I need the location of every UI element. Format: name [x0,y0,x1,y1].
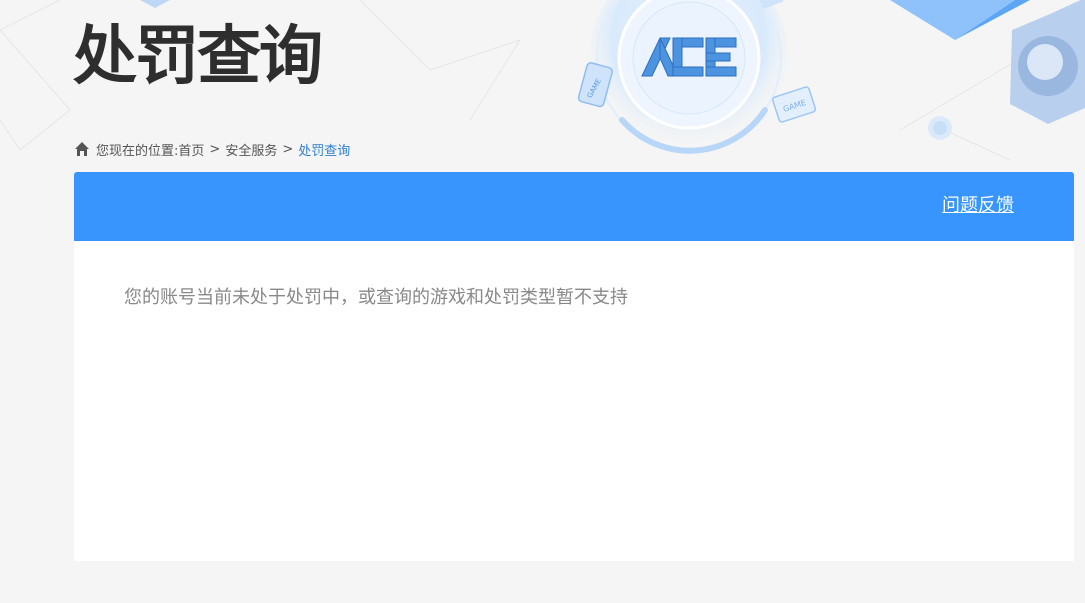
page-title: 处罚查询 [73,20,323,94]
breadcrumb-security-service-link[interactable]: 安全服务 [225,140,277,159]
ace-logo-icon: GAME GAME [577,0,817,158]
penalty-status-message: 您的账号当前未处于处罚中，或查询的游戏和处罚类型暂不支持 [124,287,628,308]
page: 处罚查询 GAME GAME 您现在的位置: 首页 > 安全服务 > 处罚查询 … [0,0,1085,603]
breadcrumb-separator: > [282,141,294,157]
breadcrumb-current-page: 处罚查询 [298,143,351,159]
result-panel: 您的账号当前未处于处罚中，或查询的游戏和处罚类型暂不支持 [74,241,1074,561]
breadcrumb-home-link[interactable]: 首页 [178,140,204,159]
panel-header: 问题反馈 [74,172,1074,241]
breadcrumb: 您现在的位置: 首页 > 安全服务 > 处罚查询 [74,139,350,159]
feedback-link[interactable]: 问题反馈 [942,193,1014,219]
character-art-decoration [890,0,1085,140]
breadcrumb-prefix: 您现在的位置: [96,143,179,159]
breadcrumb-separator: > [209,141,221,157]
home-icon [75,142,89,156]
